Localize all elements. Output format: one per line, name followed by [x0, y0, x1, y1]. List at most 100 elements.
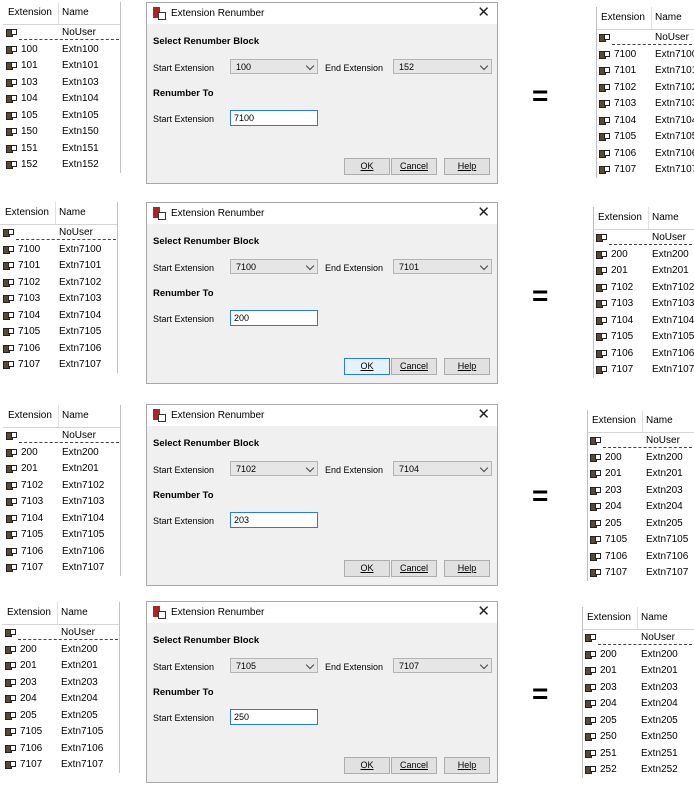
- table-row[interactable]: 7105 Extn7105: [593, 329, 694, 346]
- dialog-titlebar[interactable]: Extension Renumber ✕: [147, 405, 497, 426]
- column-divider[interactable]: [55, 202, 56, 224]
- table-row[interactable]: 204 Extn204: [587, 499, 694, 516]
- cancel-button[interactable]: Cancel: [391, 560, 437, 577]
- table-row[interactable]: 7103 Extn7103: [3, 494, 121, 511]
- column-header-name[interactable]: Name: [646, 415, 673, 426]
- table-row[interactable]: 7100 Extn7100: [0, 242, 118, 259]
- table-row[interactable]: 151 Extn151: [3, 141, 121, 158]
- close-icon[interactable]: ✕: [477, 603, 490, 621]
- table-row-nouser[interactable]: NoUser: [587, 433, 694, 450]
- table-row[interactable]: 7105 Extn7105: [3, 527, 121, 544]
- table-row[interactable]: 7103 Extn7103: [593, 296, 694, 313]
- start-extension-select[interactable]: 7105: [230, 658, 318, 673]
- table-row-nouser[interactable]: NoUser: [582, 630, 694, 647]
- column-divider[interactable]: [651, 7, 652, 29]
- help-button[interactable]: Help: [444, 560, 490, 577]
- column-header-name[interactable]: Name: [62, 410, 89, 421]
- table-row[interactable]: 7104 Extn7104: [0, 308, 118, 325]
- start-extension-select[interactable]: 100: [230, 59, 318, 74]
- renumber-start-input[interactable]: 203: [230, 512, 318, 528]
- column-divider[interactable]: [648, 207, 649, 229]
- table-row[interactable]: 7105 Extn7105: [0, 324, 118, 341]
- table-row[interactable]: 200 Extn200: [3, 445, 121, 462]
- column-header-extension[interactable]: Extension: [5, 207, 49, 218]
- table-row[interactable]: 7102 Extn7102: [3, 478, 121, 495]
- table-row[interactable]: 201 Extn201: [2, 658, 120, 675]
- table-row[interactable]: 252 Extn252: [582, 762, 694, 779]
- help-button[interactable]: Help: [444, 757, 490, 774]
- table-row[interactable]: 7103 Extn7103: [596, 96, 694, 113]
- table-row[interactable]: 7104 Extn7104: [593, 313, 694, 330]
- start-extension-select[interactable]: 7100: [230, 259, 318, 274]
- table-row[interactable]: 7106 Extn7106: [587, 549, 694, 566]
- close-icon[interactable]: ✕: [477, 204, 490, 222]
- table-row[interactable]: 201 Extn201: [3, 461, 121, 478]
- table-row-nouser[interactable]: NoUser: [3, 25, 121, 42]
- renumber-start-input[interactable]: 250: [230, 709, 318, 725]
- column-header-name[interactable]: Name: [62, 7, 89, 18]
- table-row[interactable]: 105 Extn105: [3, 108, 121, 125]
- table-row[interactable]: 7105 Extn7105: [596, 129, 694, 146]
- column-divider[interactable]: [58, 405, 59, 427]
- column-header-name[interactable]: Name: [59, 207, 86, 218]
- table-row[interactable]: 7106 Extn7106: [596, 146, 694, 163]
- table-row-nouser[interactable]: NoUser: [593, 230, 694, 247]
- column-divider[interactable]: [57, 602, 58, 624]
- table-row[interactable]: 203 Extn203: [582, 680, 694, 697]
- table-row[interactable]: 7107 Extn7107: [2, 757, 120, 774]
- start-extension-select[interactable]: 7102: [230, 461, 318, 476]
- table-row-nouser[interactable]: NoUser: [596, 30, 694, 47]
- end-extension-select[interactable]: 7101: [393, 259, 492, 274]
- dialog-titlebar[interactable]: Extension Renumber ✕: [147, 203, 497, 224]
- table-row[interactable]: 205 Extn205: [582, 713, 694, 730]
- table-row[interactable]: 203 Extn203: [2, 675, 120, 692]
- table-row[interactable]: 100 Extn100: [3, 42, 121, 59]
- ok-button[interactable]: OK: [344, 757, 390, 774]
- table-row[interactable]: 7101 Extn7101: [596, 63, 694, 80]
- column-header-name[interactable]: Name: [61, 607, 88, 618]
- column-header-extension[interactable]: Extension: [8, 7, 52, 18]
- column-header-extension[interactable]: Extension: [8, 410, 52, 421]
- table-row[interactable]: 205 Extn205: [2, 708, 120, 725]
- table-row[interactable]: 152 Extn152: [3, 157, 121, 174]
- table-row[interactable]: 7106 Extn7106: [2, 741, 120, 758]
- column-header-name[interactable]: Name: [641, 612, 668, 623]
- table-row[interactable]: 101 Extn101: [3, 58, 121, 75]
- dialog-titlebar[interactable]: Extension Renumber ✕: [147, 3, 497, 24]
- end-extension-select[interactable]: 7107: [393, 658, 492, 673]
- ok-button[interactable]: OK: [344, 560, 390, 577]
- table-row[interactable]: 7102 Extn7102: [596, 80, 694, 97]
- table-row[interactable]: 200 Extn200: [587, 450, 694, 467]
- table-row[interactable]: 7106 Extn7106: [593, 346, 694, 363]
- table-row[interactable]: 200 Extn200: [2, 642, 120, 659]
- table-row[interactable]: 203 Extn203: [587, 483, 694, 500]
- cancel-button[interactable]: Cancel: [391, 358, 437, 375]
- table-row[interactable]: 7100 Extn7100: [596, 47, 694, 64]
- table-row[interactable]: 7107 Extn7107: [587, 565, 694, 582]
- column-divider[interactable]: [637, 607, 638, 629]
- table-row[interactable]: 103 Extn103: [3, 75, 121, 92]
- table-row[interactable]: 200 Extn200: [593, 247, 694, 264]
- end-extension-select[interactable]: 152: [393, 59, 492, 74]
- table-row[interactable]: 7102 Extn7102: [0, 275, 118, 292]
- table-row[interactable]: 150 Extn150: [3, 124, 121, 141]
- column-header-name[interactable]: Name: [655, 12, 682, 23]
- table-row[interactable]: 7107 Extn7107: [3, 560, 121, 577]
- table-row[interactable]: 7105 Extn7105: [587, 532, 694, 549]
- table-row[interactable]: 7107 Extn7107: [593, 362, 694, 379]
- help-button[interactable]: Help: [444, 158, 490, 175]
- column-header-extension[interactable]: Extension: [587, 612, 631, 623]
- renumber-start-input[interactable]: 200: [230, 310, 318, 326]
- table-row[interactable]: 204 Extn204: [2, 691, 120, 708]
- table-row[interactable]: 7105 Extn7105: [2, 724, 120, 741]
- table-row[interactable]: 201 Extn201: [582, 663, 694, 680]
- table-row[interactable]: 201 Extn201: [587, 466, 694, 483]
- table-row-nouser[interactable]: NoUser: [0, 225, 118, 242]
- ok-button[interactable]: OK: [344, 358, 390, 375]
- help-button[interactable]: Help: [444, 358, 490, 375]
- table-row[interactable]: 7106 Extn7106: [0, 341, 118, 358]
- column-divider[interactable]: [642, 410, 643, 432]
- column-divider[interactable]: [58, 2, 59, 24]
- table-row[interactable]: 200 Extn200: [582, 647, 694, 664]
- table-row[interactable]: 250 Extn250: [582, 729, 694, 746]
